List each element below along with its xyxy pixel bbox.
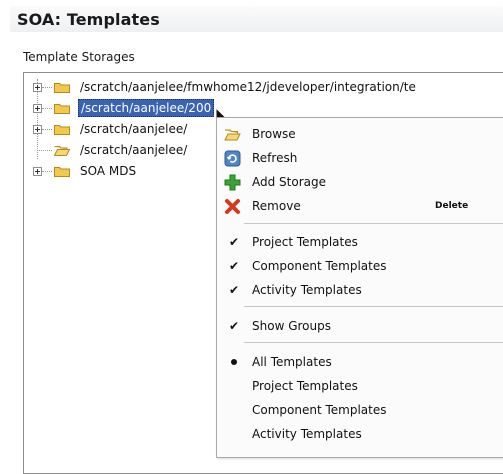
panel-header: SOA: Templates [10,6,503,32]
refresh-icon [224,150,241,167]
menu-item-component-templates-toggle[interactable]: ✔ Component Templates [217,255,503,277]
menu-item-label: Activity Templates [252,427,362,441]
menu-item-add-storage[interactable]: Add Storage [217,171,503,193]
folder-icon [54,125,70,135]
add-icon [224,174,241,191]
menu-item-remove[interactable]: Remove Delete [217,195,503,217]
menu-item-project-templates-toggle[interactable]: ✔ Project Templates [217,231,503,253]
expand-toggle-icon[interactable] [33,125,42,134]
menu-item-label: Project Templates [252,235,358,249]
menu-item-label: Component Templates [252,259,387,273]
template-storages-label: Template Storages [23,50,135,64]
menu-item-label: Show Groups [252,319,331,333]
checkmark-icon: ✔ [229,259,240,273]
tree-node-label-selected[interactable]: /scratch/aanjelee/200 [78,99,215,117]
tree-connector [37,150,52,151]
context-menu: Browse Refresh Add Storage Remove Delete… [216,117,503,458]
remove-icon [225,199,240,214]
menu-item-label: Add Storage [252,175,326,189]
menu-separator [244,223,503,224]
menu-item-label: Component Templates [252,403,387,417]
menu-item-label: Activity Templates [252,283,362,297]
menu-item-filter-project-templates[interactable]: Project Templates [217,375,503,397]
menu-item-browse[interactable]: Browse [217,123,503,145]
expand-toggle-icon[interactable] [33,83,42,92]
menu-separator [244,342,503,343]
expand-toggle-icon[interactable] [33,167,42,176]
folder-icon [54,167,70,177]
menu-item-shortcut: Delete [435,201,469,211]
menu-item-label: All Templates [252,355,332,369]
checkmark-icon: ✔ [229,319,240,333]
menu-item-show-groups[interactable]: ✔ Show Groups [217,315,503,337]
checkmark-icon: ✔ [229,235,240,249]
browse-folder-icon [224,129,241,141]
folder-icon [54,83,70,93]
menu-item-label: Project Templates [252,379,358,393]
tree-node-label[interactable]: /scratch/aanjelee/ [78,142,189,158]
folder-icon [54,104,70,114]
tree-connector [42,108,52,109]
menu-item-filter-component-templates[interactable]: Component Templates [217,399,503,421]
menu-item-refresh[interactable]: Refresh [217,147,503,169]
tree-connector [42,171,52,172]
menu-item-all-templates[interactable]: All Templates [217,351,503,373]
menu-separator [244,306,503,307]
menu-item-label: Remove [252,199,301,213]
tree-connector [42,87,52,88]
menu-item-activity-templates-toggle[interactable]: ✔ Activity Templates [217,279,503,301]
expand-toggle-icon[interactable] [33,104,42,113]
tree-node-label[interactable]: SOA MDS [78,163,138,179]
menu-item-label: Refresh [252,151,298,165]
checkmark-icon: ✔ [229,283,240,297]
open-folder-icon [54,146,70,156]
menu-item-label: Browse [252,127,296,141]
radio-selected-icon [231,359,237,365]
tree-connector [42,129,52,130]
panel-title: SOA: Templates [17,10,160,29]
menu-item-filter-activity-templates[interactable]: Activity Templates [217,423,503,445]
tree-node-label[interactable]: /scratch/aanjelee/fmwhome12/jdeveloper/i… [78,79,418,95]
tree-node-label[interactable]: /scratch/aanjelee/ [78,121,189,137]
